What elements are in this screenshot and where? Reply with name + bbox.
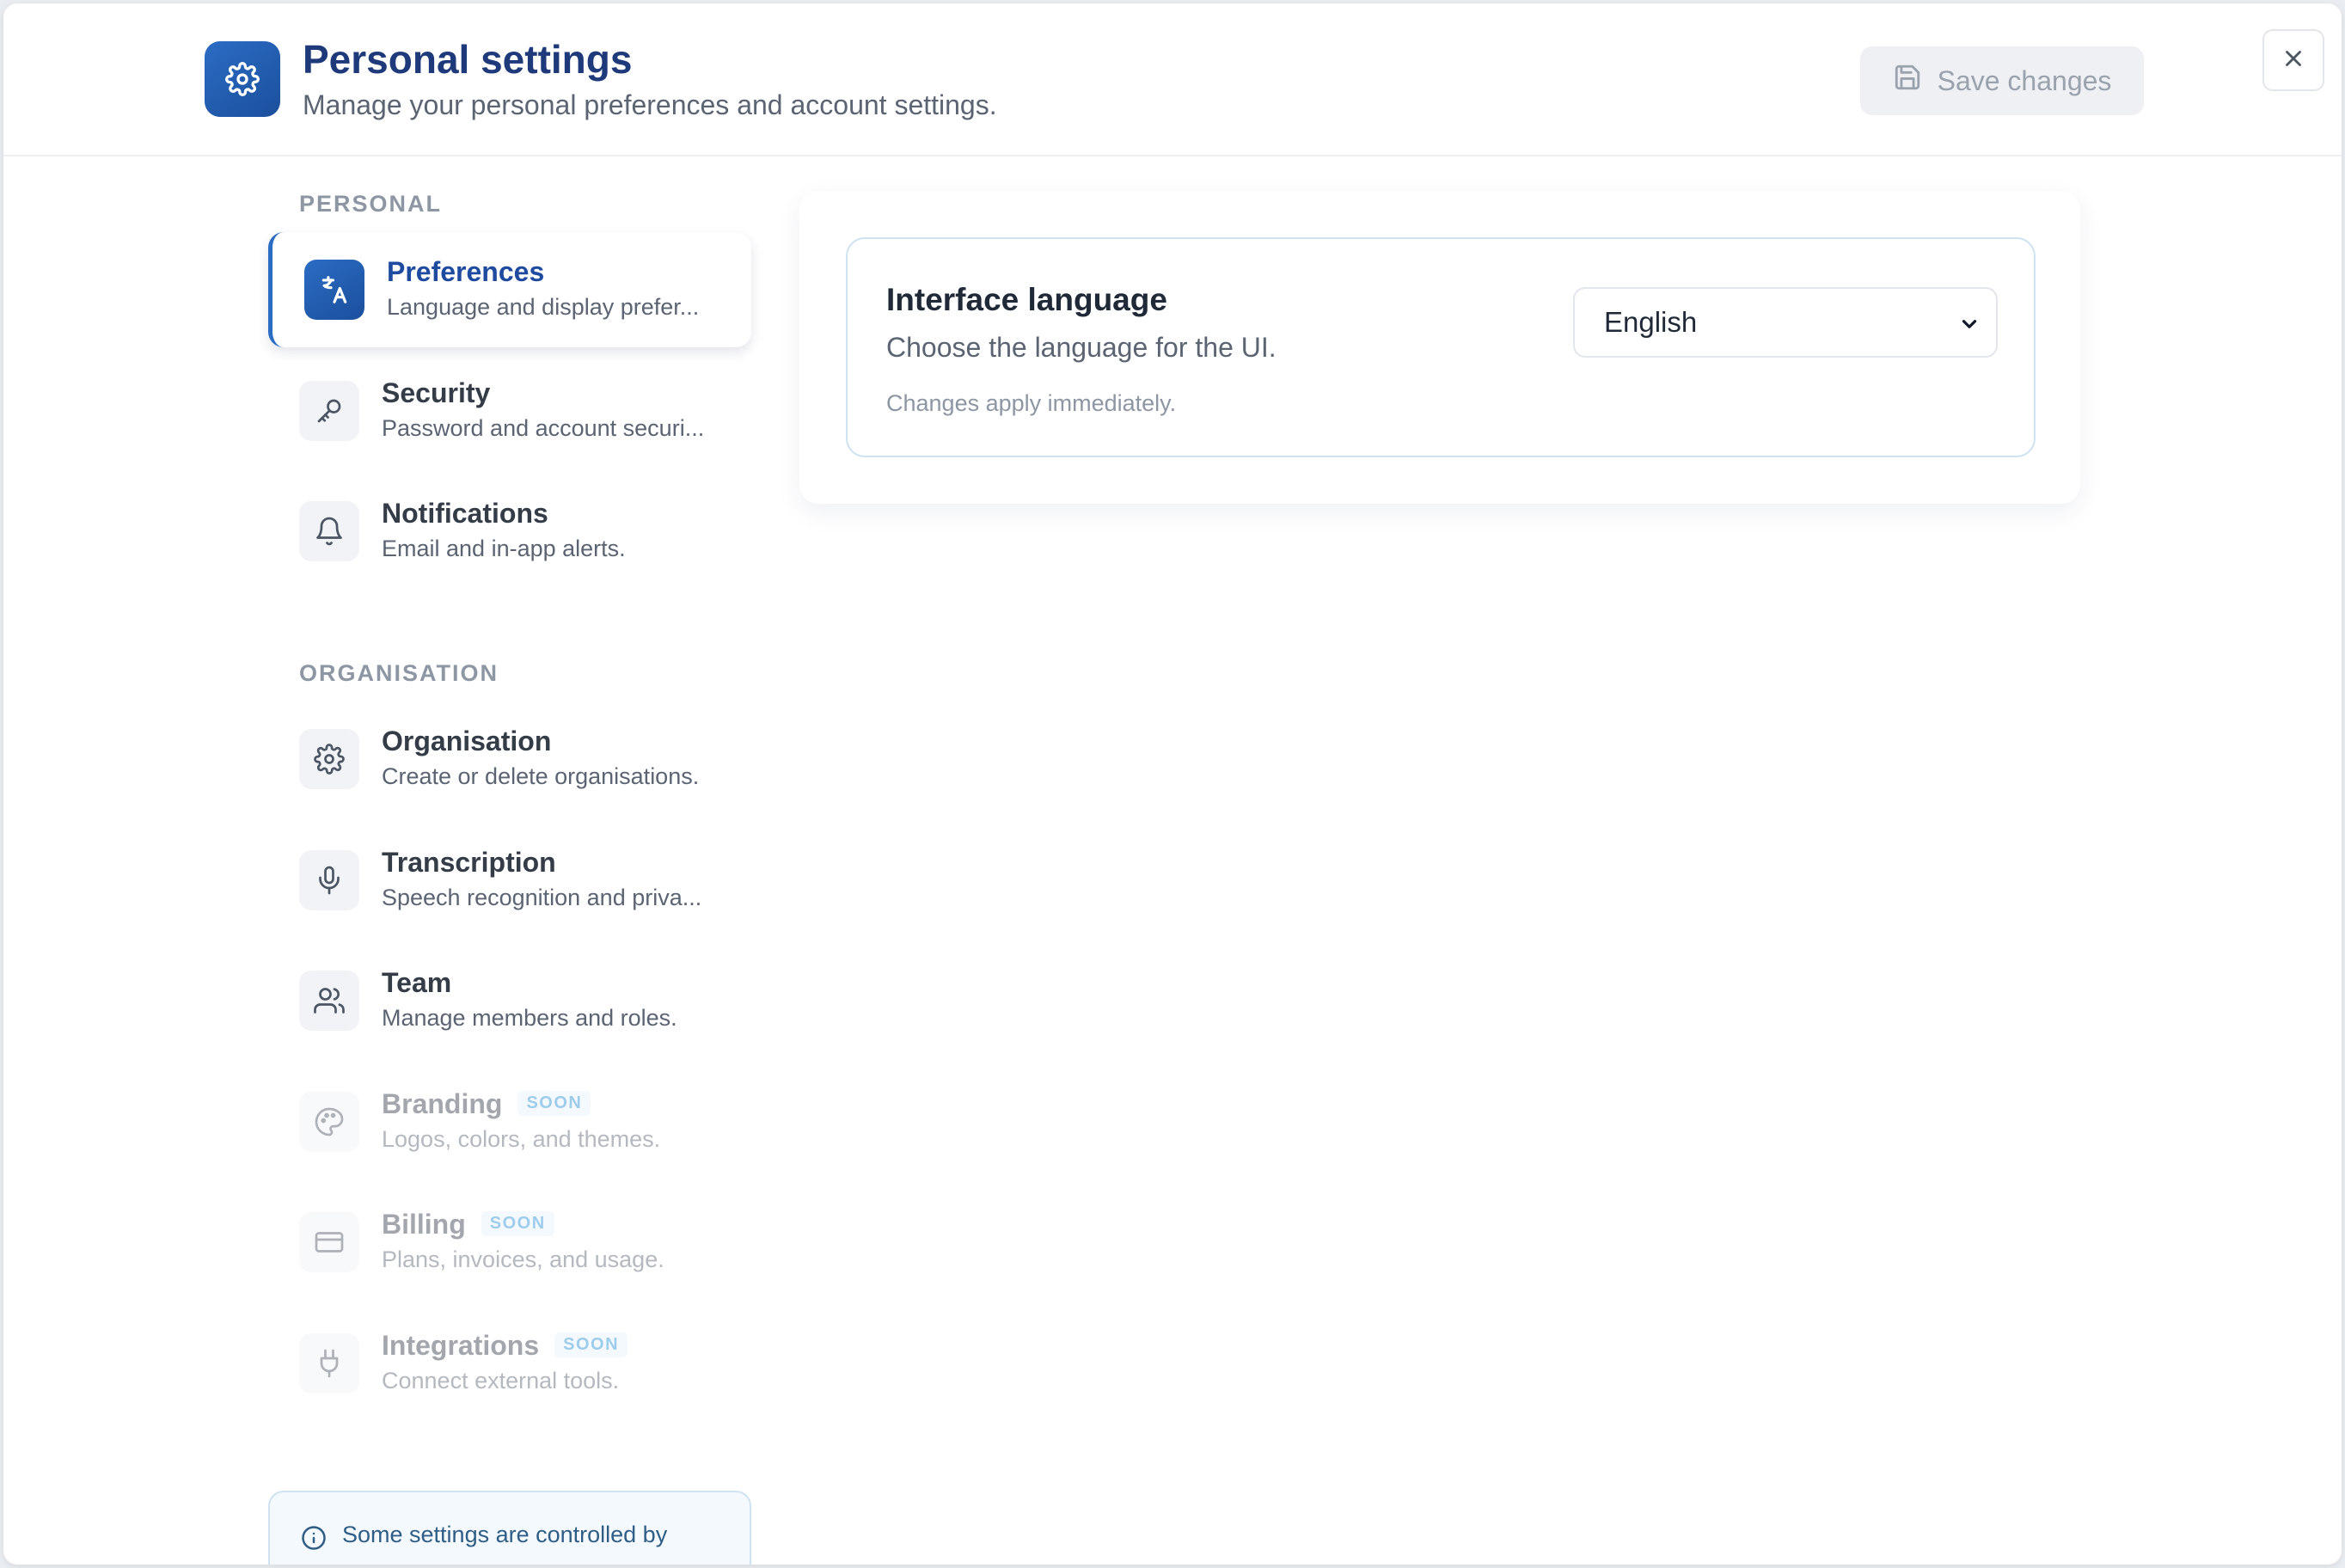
section-label-organisation: ORGANISATION bbox=[299, 660, 499, 686]
sidebar-item-security[interactable]: Security Password and account securi... bbox=[268, 353, 751, 469]
preferences-panel: Interface language Choose the language f… bbox=[799, 191, 2080, 504]
soon-badge: SOON bbox=[481, 1211, 554, 1237]
plug-icon bbox=[299, 1333, 359, 1393]
sidebar-item-title-row: Branding SOON bbox=[382, 1088, 591, 1120]
translate-icon bbox=[304, 260, 364, 320]
save-changes-label: Save changes bbox=[1937, 64, 2112, 96]
page-subtitle: Manage your personal preferences and acc… bbox=[303, 89, 997, 120]
sidebar-item-description: Speech recognition and priva... bbox=[382, 885, 702, 910]
interface-language-card: Interface language Choose the language f… bbox=[846, 237, 2036, 457]
sidebar-item-description: Language and display prefer... bbox=[387, 294, 700, 320]
sidebar-item-preferences[interactable]: Preferences Language and display prefer.… bbox=[268, 232, 751, 347]
sidebar-item-title: Organisation bbox=[382, 726, 552, 756]
sidebar-item-title-row: Integrations SOON bbox=[382, 1330, 628, 1362]
gear-icon bbox=[299, 729, 359, 789]
settings-modal: Personal settings Manage your personal p… bbox=[3, 3, 2342, 1565]
soon-badge: SOON bbox=[517, 1091, 591, 1117]
section-label-personal: PERSONAL bbox=[299, 191, 443, 217]
page-title: Personal settings bbox=[303, 37, 633, 82]
soon-badge: SOON bbox=[554, 1332, 628, 1358]
language-select[interactable]: English bbox=[1573, 287, 1998, 358]
users-icon bbox=[299, 971, 359, 1031]
sidebar-item-description: Connect external tools. bbox=[382, 1368, 620, 1393]
card-description: Choose the language for the UI. bbox=[886, 332, 1277, 363]
sidebar-item-transcription[interactable]: Transcription Speech recognition and pri… bbox=[268, 823, 751, 938]
close-icon bbox=[2281, 46, 2306, 76]
language-select-value: English bbox=[1604, 306, 1698, 338]
credit-card-icon bbox=[299, 1212, 359, 1272]
sidebar-item-description: Password and account securi... bbox=[382, 415, 705, 441]
sidebar-item-title: Team bbox=[382, 967, 452, 998]
sidebar-item-title: Branding bbox=[382, 1088, 503, 1119]
palette-icon bbox=[299, 1092, 359, 1152]
sidebar-item-title: Notifications bbox=[382, 498, 548, 529]
card-title: Interface language bbox=[886, 282, 1167, 317]
sidebar-item-description: Manage members and roles. bbox=[382, 1005, 677, 1031]
close-button[interactable] bbox=[2262, 29, 2324, 91]
sidebar-item-branding: Branding SOON Logos, colors, and themes. bbox=[268, 1064, 751, 1179]
sidebar-item-integrations: Integrations SOON Connect external tools. bbox=[268, 1306, 751, 1421]
sidebar-item-billing: Billing SOON Plans, invoices, and usage. bbox=[268, 1185, 751, 1300]
sidebar-item-title: Preferences bbox=[387, 256, 545, 287]
settings-gear-icon bbox=[205, 41, 280, 117]
info-icon bbox=[301, 1525, 327, 1555]
sidebar-item-description: Email and in-app alerts. bbox=[382, 536, 626, 561]
sidebar-item-description: Logos, colors, and themes. bbox=[382, 1126, 661, 1152]
sidebar-item-title: Transcription bbox=[382, 847, 556, 878]
bell-icon bbox=[299, 501, 359, 561]
chevron-down-icon bbox=[1958, 313, 1981, 340]
sidebar-item-description: Plans, invoices, and usage. bbox=[382, 1246, 664, 1272]
info-banner: Some settings are controlled by bbox=[268, 1491, 751, 1565]
sidebar-item-title: Billing bbox=[382, 1209, 466, 1240]
key-icon bbox=[299, 381, 359, 441]
info-text: Some settings are controlled by bbox=[342, 1522, 668, 1547]
sidebar-item-organisation[interactable]: Organisation Create or delete organisati… bbox=[268, 701, 751, 817]
sidebar-item-title: Integrations bbox=[382, 1330, 540, 1361]
save-icon bbox=[1893, 63, 1922, 99]
save-changes-button[interactable]: Save changes bbox=[1860, 46, 2144, 115]
sidebar-item-title: Security bbox=[382, 377, 491, 408]
sidebar-item-title-row: Billing SOON bbox=[382, 1209, 554, 1240]
card-note: Changes apply immediately. bbox=[886, 390, 1177, 416]
sidebar-item-notifications[interactable]: Notifications Email and in-app alerts. bbox=[268, 474, 751, 589]
sidebar-item-description: Create or delete organisations. bbox=[382, 763, 700, 789]
microphone-icon bbox=[299, 850, 359, 910]
sidebar-item-team[interactable]: Team Manage members and roles. bbox=[268, 943, 751, 1058]
modal-header: Personal settings Manage your personal p… bbox=[3, 3, 2342, 156]
